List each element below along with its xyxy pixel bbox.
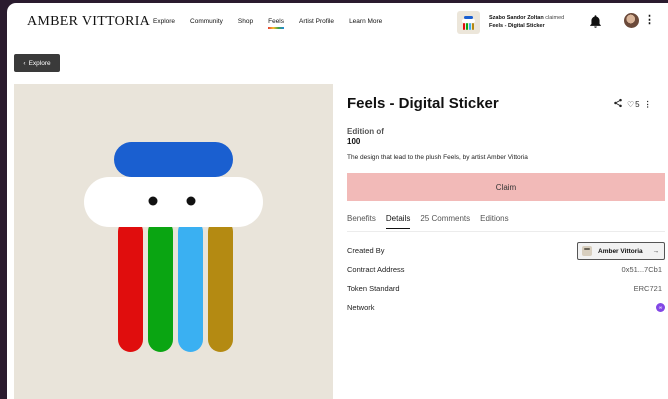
nav-explore[interactable]: Explore [153,18,175,25]
edition-count: 100 [347,137,361,146]
detail-tabs: Benefits Details 25 Comments Editions [347,214,519,229]
nav-learn-more[interactable]: Learn More [349,18,382,25]
item-actions: ♡ 5 ⋮ [613,98,652,110]
notification-action: claimed [545,15,565,21]
claim-notification[interactable]: Szabo Sandor Zoltan claimed Feels - Digi… [457,11,587,35]
sticker-right-eye [186,196,196,206]
like-button[interactable]: ♡ 5 [627,100,640,109]
creator-chip[interactable]: Amber Vittoria → [577,242,665,260]
created-by-label: Created By [347,246,385,255]
notification-item: Feels - Digital Sticker [489,23,545,29]
tab-editions[interactable]: Editions [480,214,508,229]
chevron-left-icon: ‹ [23,59,26,67]
back-button-label: Explore [28,59,51,67]
claim-button[interactable]: Claim [347,173,665,201]
top-navigation: AMBER VITTORIA Explore Community Shop Fe… [7,3,668,43]
sticker-left-eye [148,196,158,206]
detail-row-created-by: Created By Amber Vittoria → [347,242,665,260]
avatar[interactable] [624,13,639,28]
app-window: AMBER VITTORIA Explore Community Shop Fe… [7,3,668,399]
contract-address-label: Contract Address [347,265,405,274]
creator-thumbnail [582,246,592,256]
back-to-explore-button[interactable]: ‹ Explore [14,54,60,72]
token-standard-value: ERC721 [633,284,662,293]
contract-address-value[interactable]: 0x51...7Cb1 [622,265,662,274]
edition-label: Edition of [347,127,384,136]
tab-benefits[interactable]: Benefits [347,214,376,229]
share-icon[interactable] [613,98,623,110]
detail-row-token-standard: Token Standard ERC721 [347,282,665,296]
detail-row-network: Network ∞ [347,301,665,315]
artwork-image [14,84,333,399]
sticker-leg-green [148,219,173,352]
brand-logo[interactable]: AMBER VITTORIA [27,14,150,30]
sticker-cap [114,142,233,177]
nav-artist-profile[interactable]: Artist Profile [299,18,334,25]
notification-thumbnail [457,11,480,34]
creator-name: Amber Vittoria [598,247,643,255]
tab-comments[interactable]: 25 Comments [420,214,470,229]
detail-row-contract: Contract Address 0x51...7Cb1 [347,263,665,277]
network-label: Network [347,303,375,312]
account-menu[interactable]: ⋮ [624,13,655,28]
item-description: The design that lead to the plush Feels,… [347,154,528,161]
arrow-right-icon: → [652,247,660,255]
nav-shop[interactable]: Shop [238,18,253,25]
item-title: Feels - Digital Sticker [347,95,499,112]
nav-links: Explore Community Shop Feels Artist Prof… [153,18,397,29]
polygon-icon: ∞ [656,303,665,312]
feels-sticker-illustration [84,142,263,352]
sticker-leg-blue [178,219,203,352]
notification-user: Szabo Sandor Zoltan [489,15,544,21]
more-options-icon[interactable]: ⋮ [644,100,652,109]
bell-icon[interactable] [588,14,603,34]
kebab-menu-icon[interactable]: ⋮ [644,15,655,26]
like-count: 5 [635,99,640,109]
nav-community[interactable]: Community [190,18,223,25]
heart-icon: ♡ [627,99,635,109]
sticker-leg-red [118,219,143,352]
sticker-face [84,177,263,227]
tabs-divider [347,231,665,232]
tab-details[interactable]: Details [385,214,411,229]
token-standard-label: Token Standard [347,284,400,293]
notification-text: Szabo Sandor Zoltan claimed Feels - Digi… [489,14,564,30]
nav-feels[interactable]: Feels [268,18,284,29]
sticker-leg-gold [208,219,233,352]
